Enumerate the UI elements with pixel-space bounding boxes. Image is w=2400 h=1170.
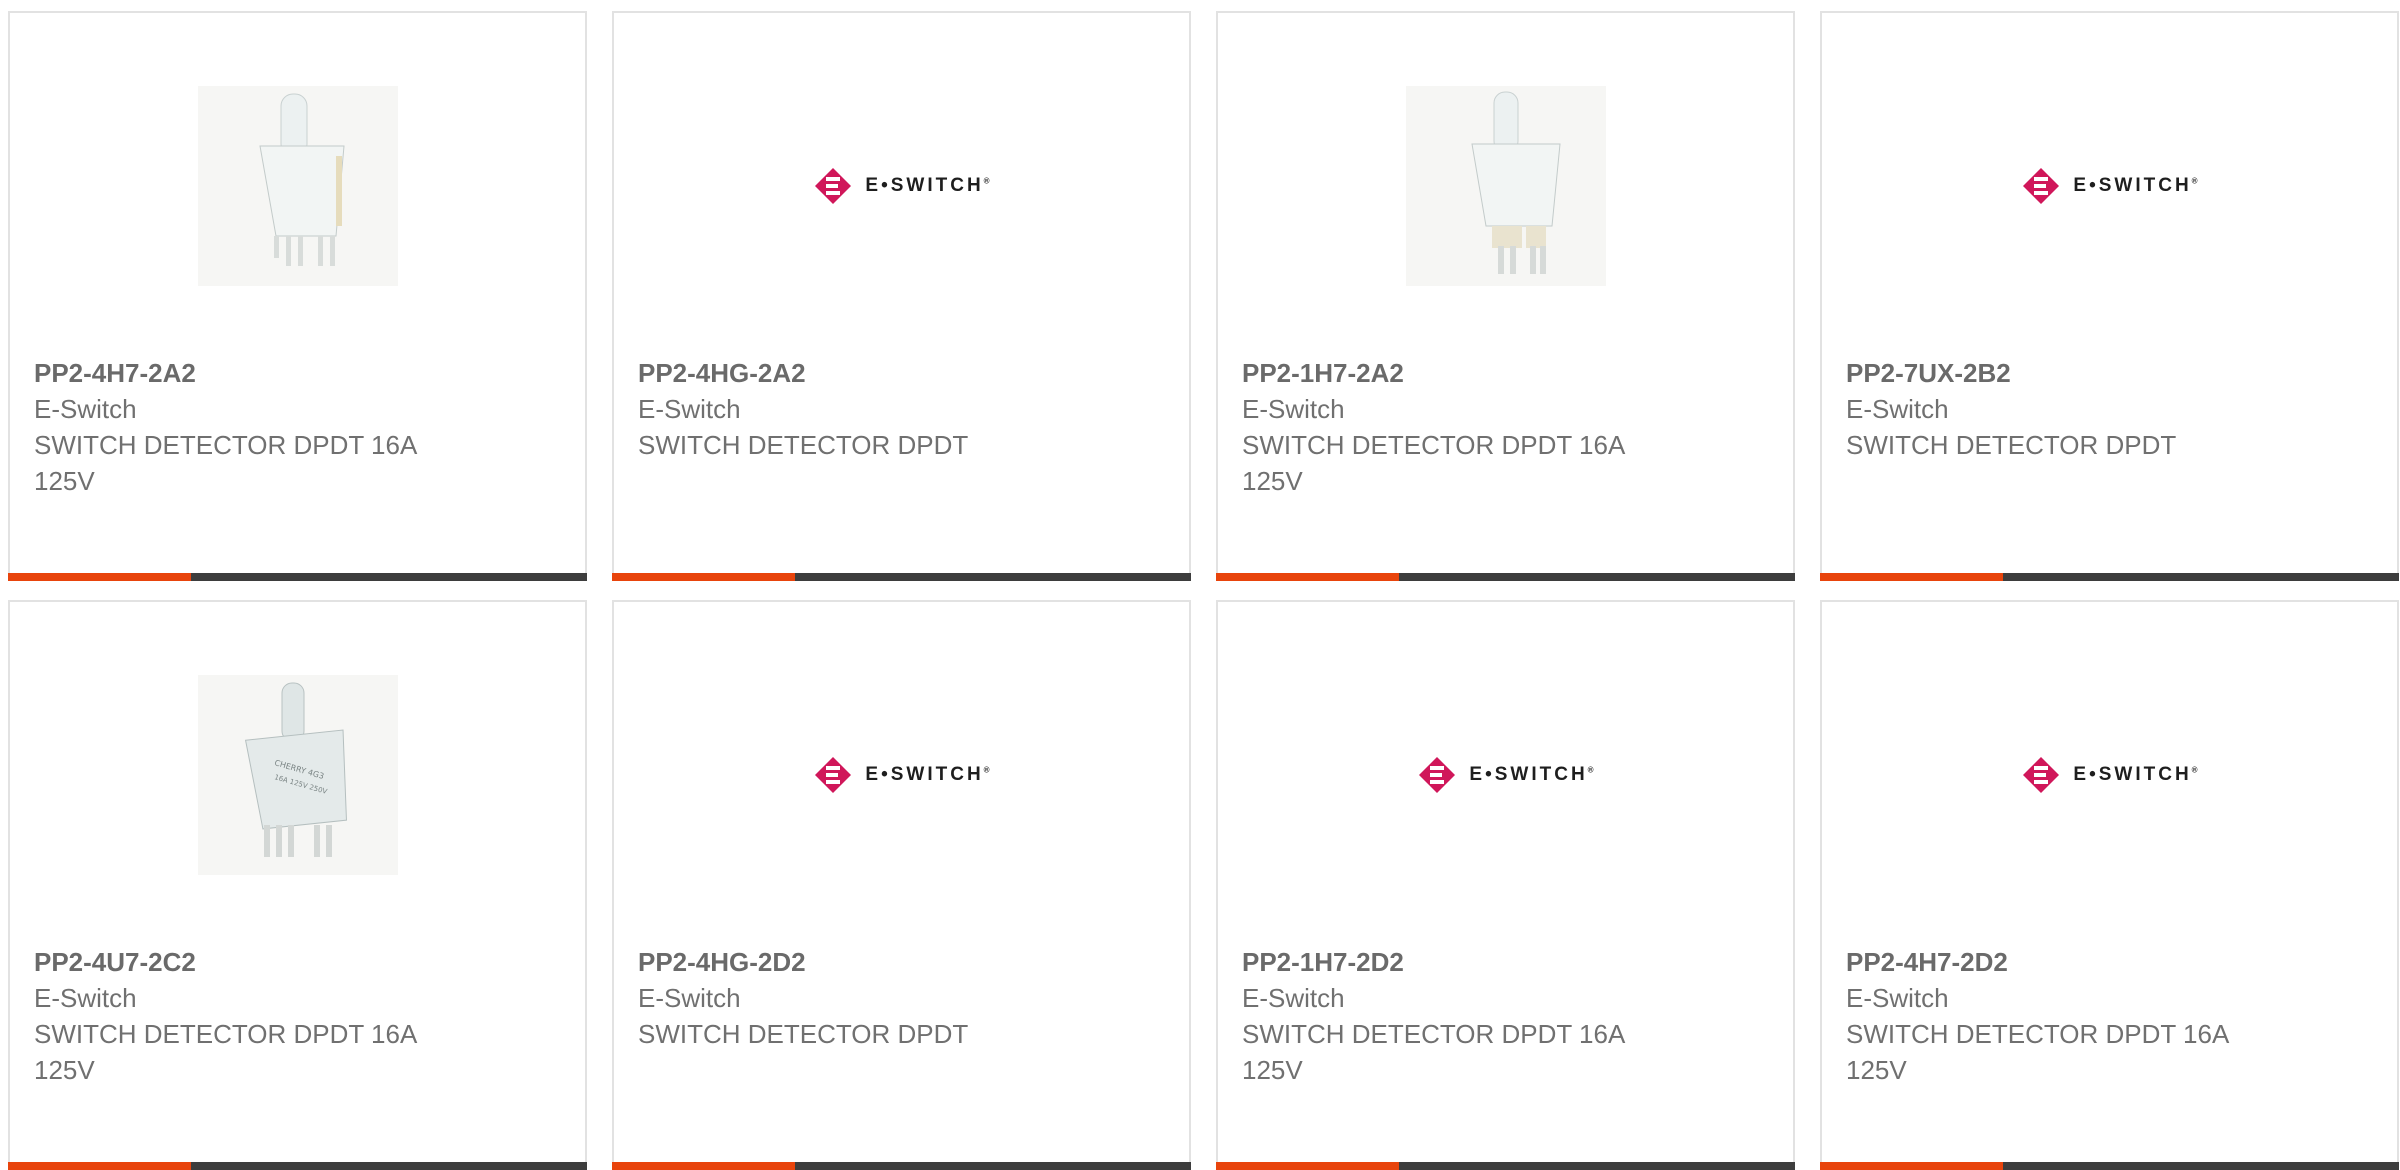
manufacturer-name: E-Switch [1846, 983, 1949, 1013]
eswitch-logo[interactable]: E•SWITCH® [813, 755, 990, 795]
part-number-link[interactable]: PP2-4U7-2C2 [34, 944, 561, 980]
part-number-link[interactable]: PP2-4HG-2D2 [638, 944, 1165, 980]
product-image-area [10, 83, 585, 288]
manufacturer-name: E-Switch [638, 983, 741, 1013]
product-description: SWITCH DETECTOR DPDT 16A 125V [34, 430, 416, 496]
product-description: SWITCH DETECTOR DPDT 16A 125V [1242, 430, 1624, 496]
product-card[interactable]: PP2-4H7-2A2 E-Switch SWITCH DETECTOR DPD… [8, 11, 587, 581]
switch-product-image [1470, 91, 1561, 274]
manufacturer-name: E-Switch [34, 394, 137, 424]
product-info: PP2-7UX-2B2 E-Switch SWITCH DETECTOR DPD… [1846, 355, 2373, 463]
eswitch-logo-icon [2023, 167, 2060, 204]
product-description: SWITCH DETECTOR DPDT [638, 430, 969, 460]
product-description: SWITCH DETECTOR DPDT [638, 1019, 969, 1049]
product-info: PP2-4HG-2A2 E-Switch SWITCH DETECTOR DPD… [638, 355, 1165, 463]
product-grid: PP2-4H7-2A2 E-Switch SWITCH DETECTOR DPD… [8, 11, 2399, 1170]
part-number-link[interactable]: PP2-4H7-2A2 [34, 355, 561, 391]
product-card[interactable]: PP2-1H7-2A2 E-Switch SWITCH DETECTOR DPD… [1216, 11, 1795, 581]
part-number-link[interactable]: PP2-4H7-2D2 [1846, 944, 2373, 980]
card-accent-bar [1216, 1162, 1795, 1170]
manufacturer-name: E-Switch [34, 983, 137, 1013]
product-photo[interactable] [197, 85, 398, 286]
part-number-link[interactable]: PP2-1H7-2D2 [1242, 944, 1769, 980]
product-info: PP2-4HG-2D2 E-Switch SWITCH DETECTOR DPD… [638, 944, 1165, 1052]
product-info: PP2-4U7-2C2 E-Switch SWITCH DETECTOR DPD… [34, 944, 561, 1088]
logo-wordmark: E•SWITCH® [865, 763, 990, 785]
switch-product-image [258, 93, 345, 266]
manufacturer-name: E-Switch [1242, 983, 1345, 1013]
product-image-area: E•SWITCH® [614, 672, 1189, 877]
product-image-area: E•SWITCH® [1822, 672, 2397, 877]
card-accent-bar [612, 1162, 1191, 1170]
logo-wordmark: E•SWITCH® [1469, 763, 1594, 785]
eswitch-logo[interactable]: E•SWITCH® [2021, 755, 2198, 795]
product-info: PP2-4H7-2D2 E-Switch SWITCH DETECTOR DPD… [1846, 944, 2373, 1088]
card-accent-bar [612, 573, 1191, 581]
product-info: PP2-1H7-2D2 E-Switch SWITCH DETECTOR DPD… [1242, 944, 1769, 1088]
eswitch-logo[interactable]: E•SWITCH® [813, 166, 990, 206]
product-card[interactable]: CHERRY 4G3 16A 125V 250V PP2-4U7-2C2 E-S… [8, 600, 587, 1170]
card-accent-bar [8, 1162, 587, 1170]
product-image-area: E•SWITCH® [1822, 83, 2397, 288]
product-description: SWITCH DETECTOR DPDT 16A 125V [1846, 1019, 2228, 1085]
manufacturer-name: E-Switch [1846, 394, 1949, 424]
product-image-area: E•SWITCH® [1218, 672, 1793, 877]
manufacturer-name: E-Switch [638, 394, 741, 424]
eswitch-logo-icon [1419, 756, 1456, 793]
product-card[interactable]: E•SWITCH® PP2-4HG-2A2 E-Switch SWITCH DE… [612, 11, 1191, 581]
card-accent-bar [8, 573, 587, 581]
product-photo[interactable]: CHERRY 4G3 16A 125V 250V [197, 674, 398, 875]
card-accent-bar [1820, 573, 2399, 581]
product-image-area [1218, 83, 1793, 288]
eswitch-logo[interactable]: E•SWITCH® [1417, 755, 1594, 795]
product-image-area: CHERRY 4G3 16A 125V 250V [10, 672, 585, 877]
eswitch-logo-icon [815, 167, 852, 204]
card-accent-bar [1216, 573, 1795, 581]
eswitch-logo-icon [815, 756, 852, 793]
product-image-area: E•SWITCH® [614, 83, 1189, 288]
product-photo[interactable] [1405, 85, 1606, 286]
manufacturer-name: E-Switch [1242, 394, 1345, 424]
eswitch-logo-icon [2023, 756, 2060, 793]
product-card[interactable]: E•SWITCH® PP2-4HG-2D2 E-Switch SWITCH DE… [612, 600, 1191, 1170]
product-info: PP2-1H7-2A2 E-Switch SWITCH DETECTOR DPD… [1242, 355, 1769, 499]
logo-wordmark: E•SWITCH® [865, 174, 990, 196]
logo-wordmark: E•SWITCH® [2073, 174, 2198, 196]
product-description: SWITCH DETECTOR DPDT 16A 125V [34, 1019, 416, 1085]
part-number-link[interactable]: PP2-7UX-2B2 [1846, 355, 2373, 391]
switch-product-image: CHERRY 4G3 16A 125V 250V [244, 682, 347, 857]
part-number-link[interactable]: PP2-1H7-2A2 [1242, 355, 1769, 391]
product-card[interactable]: E•SWITCH® PP2-7UX-2B2 E-Switch SWITCH DE… [1820, 11, 2399, 581]
product-info: PP2-4H7-2A2 E-Switch SWITCH DETECTOR DPD… [34, 355, 561, 499]
eswitch-logo[interactable]: E•SWITCH® [2021, 166, 2198, 206]
part-number-link[interactable]: PP2-4HG-2A2 [638, 355, 1165, 391]
logo-wordmark: E•SWITCH® [2073, 763, 2198, 785]
product-card[interactable]: E•SWITCH® PP2-1H7-2D2 E-Switch SWITCH DE… [1216, 600, 1795, 1170]
product-description: SWITCH DETECTOR DPDT 16A 125V [1242, 1019, 1624, 1085]
product-card[interactable]: E•SWITCH® PP2-4H7-2D2 E-Switch SWITCH DE… [1820, 600, 2399, 1170]
product-description: SWITCH DETECTOR DPDT [1846, 430, 2177, 460]
card-accent-bar [1820, 1162, 2399, 1170]
